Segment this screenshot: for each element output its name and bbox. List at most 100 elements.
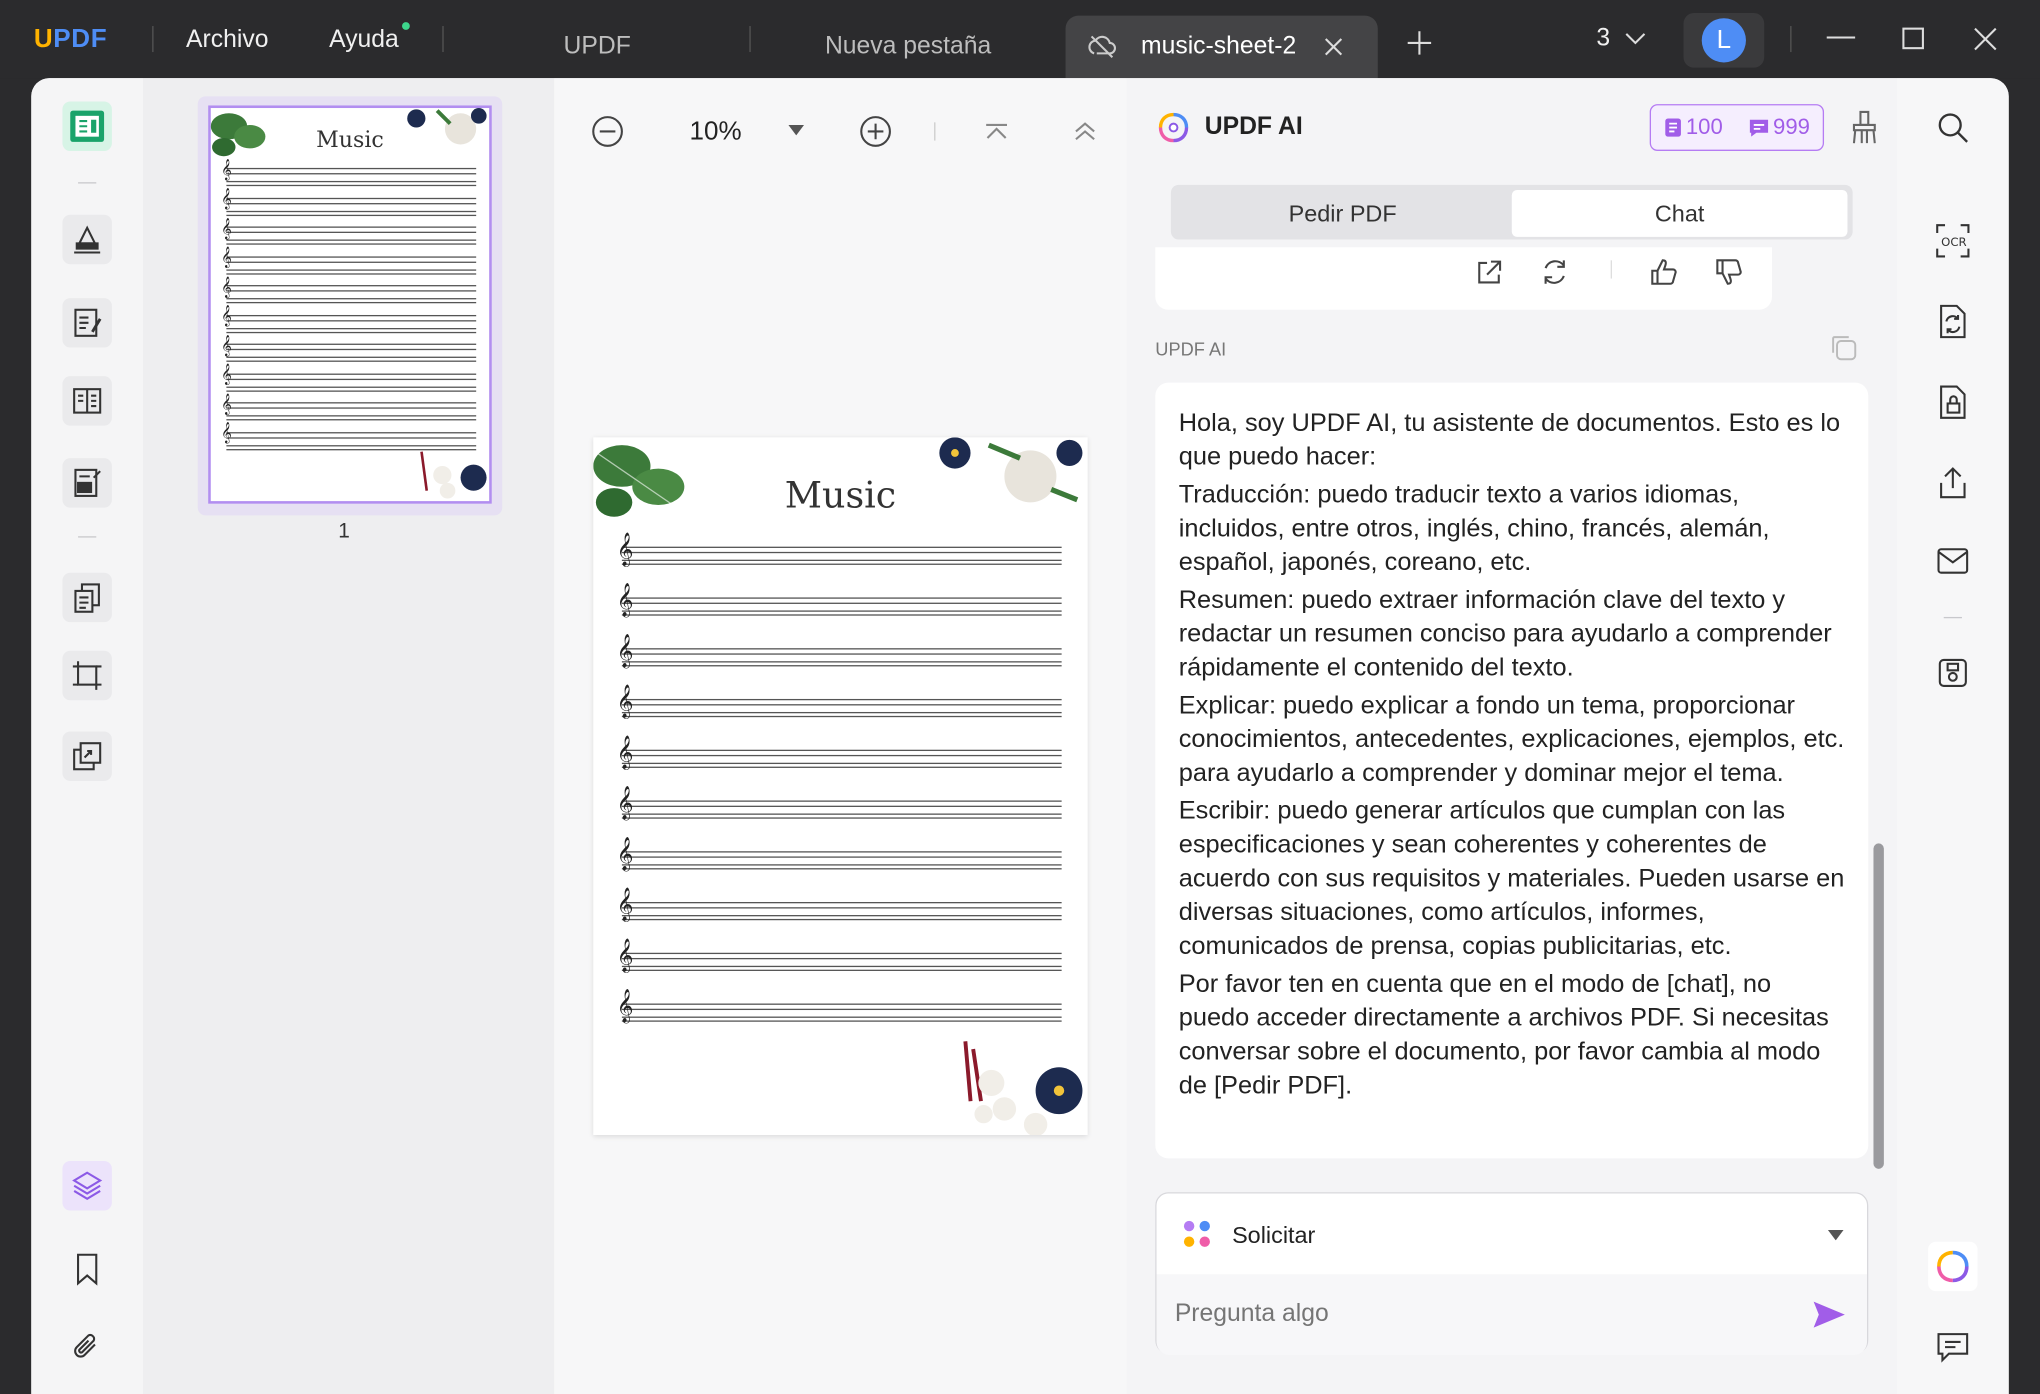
thumbs-down-icon[interactable] [1715, 258, 1744, 287]
treble-clef-icon: 𝄞 [221, 306, 232, 327]
treble-clef-icon: 𝄞 [616, 838, 634, 871]
avatar: L [1701, 18, 1746, 63]
thumbs-up-icon[interactable] [1650, 258, 1679, 287]
zoom-in-icon[interactable] [859, 115, 893, 149]
left-toolbar [31, 78, 144, 1394]
notification-dot [402, 22, 410, 30]
maximize-icon[interactable] [1902, 27, 1924, 50]
quota-badge[interactable]: 100 999 [1649, 104, 1825, 151]
ai-header: UPDF AI [1155, 109, 1303, 145]
updf-ai-logo-icon [1155, 109, 1191, 145]
copy-icon[interactable] [1829, 333, 1858, 362]
organize-pages-icon[interactable] [62, 572, 112, 623]
new-tab-icon[interactable] [1405, 29, 1434, 58]
question-input[interactable] [1174, 1292, 1787, 1337]
right-toolbar: OCR [1896, 78, 2009, 1394]
title-bar: UPDF Archivo Ayuda UPDF Nueva pestaña mu… [0, 0, 2040, 79]
share-icon[interactable] [1475, 258, 1504, 287]
treble-clef-icon: 𝄞 [221, 393, 232, 415]
tab-label: music-sheet-2 [1140, 32, 1297, 60]
music-staff [621, 648, 1062, 667]
treble-clef-icon: 𝄞 [221, 276, 232, 298]
zoom-level[interactable]: 10% [690, 117, 742, 147]
layers-icon[interactable] [62, 1161, 112, 1211]
updf-ai-icon [1937, 1250, 1969, 1283]
menu-ayuda[interactable]: Ayuda [329, 26, 399, 55]
treble-clef-icon: 𝄞 [221, 364, 232, 386]
treble-clef-icon: 𝄞 [616, 939, 634, 973]
protect-icon[interactable] [1931, 380, 1975, 424]
zoom-out-icon[interactable] [591, 115, 625, 149]
scrollbar[interactable] [1873, 843, 1884, 1169]
tab-updf[interactable]: UPDF [468, 16, 726, 78]
minimize-icon[interactable] [1826, 36, 1856, 39]
crop-icon[interactable] [62, 650, 112, 701]
page-thumbnail[interactable]: Music 𝄞 𝄞 𝄞 𝄞 𝄞 𝄞 𝄞 𝄞 𝄞 𝄞 [208, 105, 492, 504]
clean-chat-icon[interactable] [1850, 109, 1879, 145]
previous-page-icon[interactable] [1072, 121, 1098, 142]
tab-music-sheet-2[interactable]: music-sheet-2 [1065, 15, 1378, 79]
reader-mode-icon[interactable] [62, 101, 112, 151]
music-staff [226, 372, 477, 392]
bookmark-icon[interactable] [62, 1244, 111, 1293]
search-icon[interactable] [1931, 105, 1975, 149]
chevron-down-icon [1827, 1230, 1844, 1241]
document-viewer: 10% Music 𝄞 𝄞 𝄞 𝄞 𝄞 𝄞 𝄞 𝄞 𝄞 𝄞 [554, 78, 1127, 1394]
treble-clef-icon: 𝄞 [221, 335, 232, 357]
prompt-selector[interactable]: Solicitar [1156, 1193, 1867, 1275]
pdf-page[interactable]: Music 𝄞 𝄞 𝄞 𝄞 𝄞 𝄞 𝄞 𝄞 𝄞 𝄞 [593, 437, 1088, 1135]
regenerate-icon[interactable] [1540, 258, 1569, 287]
comment-icon[interactable] [1931, 1325, 1975, 1369]
close-tab-icon[interactable] [1325, 38, 1343, 56]
svg-text:OCR: OCR [1941, 235, 1967, 249]
music-staff [621, 749, 1062, 768]
edit-text-icon[interactable] [62, 298, 112, 348]
tab-pedir-pdf[interactable]: Pedir PDF [1176, 190, 1509, 237]
share-export-icon[interactable] [1931, 461, 1975, 505]
fill-sign-icon[interactable] [62, 458, 112, 508]
convert-icon[interactable] [1931, 299, 1975, 343]
menu-archivo[interactable]: Archivo [186, 26, 268, 55]
message-paragraph: Escribir: puedo generar artículos que cu… [1178, 796, 1845, 961]
tab-chat[interactable]: Chat [1511, 190, 1848, 237]
music-staff [621, 851, 1062, 870]
quota-chats: 999 [1748, 115, 1810, 141]
mode-switch: Pedir PDF Chat [1170, 184, 1853, 240]
ai-message: Hola, soy UPDF AI, tu asistente de docum… [1155, 382, 1869, 1159]
highlight-tool-icon[interactable] [62, 214, 112, 265]
sender-label: UPDF AI [1155, 338, 1227, 360]
unsync-icon [1086, 31, 1117, 62]
music-staff [621, 1003, 1062, 1022]
ai-panel: UPDF AI 100 999 Pedir PDF Chat UPDF AI H… [1126, 78, 1897, 1394]
ocr-icon[interactable]: OCR [1931, 219, 1975, 263]
close-window-icon[interactable] [1974, 27, 1997, 51]
tab-count[interactable]: 3 [1596, 25, 1610, 54]
music-staff [226, 314, 477, 333]
message-paragraph: Explicar: puedo explicar a fondo un tema… [1178, 691, 1845, 788]
chevron-down-icon[interactable] [1624, 31, 1647, 47]
music-staff [226, 255, 477, 274]
message-paragraph: Hola, soy UPDF AI, tu asistente de docum… [1178, 408, 1841, 472]
music-staff [226, 343, 477, 362]
music-staff [621, 546, 1062, 565]
message-paragraph: Traducción: puedo traducir texto a vario… [1178, 480, 1770, 577]
zoom-dropdown-icon[interactable] [788, 124, 805, 136]
music-staff [226, 197, 477, 216]
treble-clef-icon: 𝄞 [221, 423, 232, 445]
page-tools-icon[interactable] [62, 731, 112, 781]
save-icon[interactable] [1931, 651, 1975, 695]
first-page-icon[interactable] [984, 122, 1010, 140]
updf-logo: UPDF [33, 24, 108, 54]
attachment-icon[interactable] [62, 1322, 111, 1371]
thumbnail-title: Music [316, 127, 384, 154]
page-number: 1 [338, 520, 350, 543]
treble-clef-icon: 𝄞 [616, 635, 634, 668]
send-icon[interactable] [1812, 1300, 1846, 1329]
account-button[interactable]: L [1683, 13, 1765, 68]
tab-nueva-pestana[interactable]: Nueva pestaña [778, 16, 1038, 78]
updf-ai-button[interactable] [1928, 1241, 1978, 1292]
email-icon[interactable] [1931, 539, 1975, 583]
treble-clef-icon: 𝄞 [616, 533, 634, 567]
form-icon[interactable] [62, 376, 112, 426]
prompt-dots-icon [1183, 1220, 1212, 1249]
